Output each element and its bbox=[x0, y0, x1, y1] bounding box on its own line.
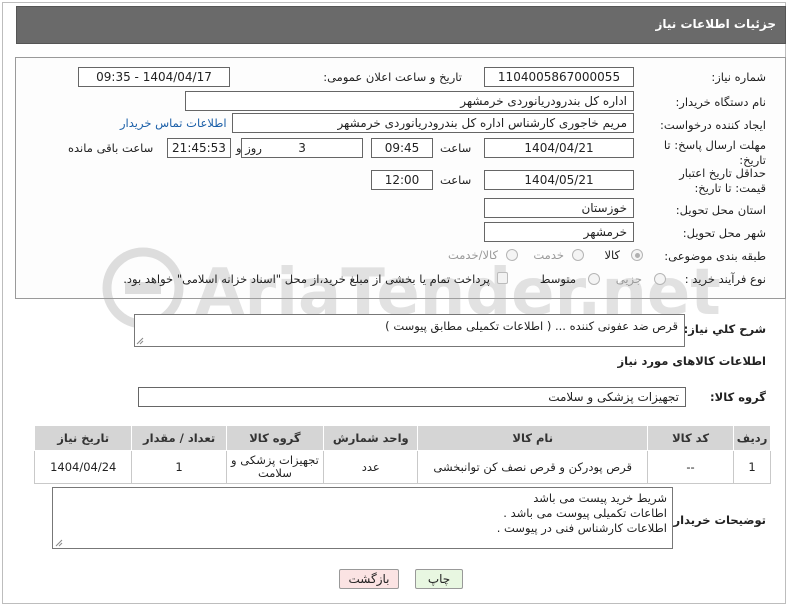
description-text: قرص ضد عفونی کننده ... ( اطلاعات تکمیلی … bbox=[385, 319, 678, 333]
cell-row: 1 bbox=[733, 450, 771, 484]
col-header-row: ردیف bbox=[733, 425, 771, 451]
category-option-goods-service: کالا/خدمت bbox=[447, 248, 498, 262]
category-radio-goods-service[interactable] bbox=[506, 249, 518, 261]
process-type-label: نوع فرآیند خرید : bbox=[684, 272, 766, 286]
category-radio-service[interactable] bbox=[572, 249, 584, 261]
goods-group-field: تجهیزات پزشکی و سلامت bbox=[138, 387, 686, 407]
cell-date: 1404/04/24 bbox=[33, 450, 133, 484]
remaining-time-field: 21:45:53 bbox=[167, 138, 231, 158]
buyer-note-line: شریط خرید پیست می باشد bbox=[533, 491, 667, 505]
need-number-label: شماره نیاز: bbox=[711, 70, 766, 84]
announce-datetime-label: تاریخ و ساعت اعلان عمومی: bbox=[323, 70, 462, 84]
col-header-qty: تعداد / مقدار bbox=[131, 425, 227, 451]
hours-remaining-label: ساعت باقی مانده bbox=[68, 141, 154, 155]
reply-date-field: 1404/04/21 bbox=[484, 138, 634, 158]
city-field: خرمشهر bbox=[484, 222, 634, 242]
back-button[interactable]: بازگشت bbox=[339, 569, 399, 589]
col-header-date: تاریخ نیاز bbox=[33, 425, 133, 451]
col-header-name: نام کالا bbox=[417, 425, 649, 451]
cell-name: قرص پودرکن و قرص نصف کن توانبخشی bbox=[417, 450, 649, 484]
resize-grip-icon[interactable] bbox=[136, 337, 144, 345]
buyer-org-field: اداره کل بندرودریانوردی خرمشهر bbox=[185, 91, 634, 111]
page-title: جزئیات اطلاعات نیاز bbox=[655, 17, 776, 31]
cell-code: -- bbox=[647, 450, 735, 484]
payment-note: پرداخت تمام یا بخشی از مبلغ خرید،از محل … bbox=[123, 272, 490, 286]
resize-grip-icon[interactable] bbox=[55, 539, 63, 547]
province-label: استان محل تحویل: bbox=[675, 203, 766, 217]
buyer-notes-label: توضیحات خریدار: bbox=[668, 513, 766, 527]
process-radio-medium[interactable] bbox=[588, 273, 600, 285]
category-radio-goods[interactable] bbox=[631, 249, 643, 261]
price-time-field: 12:00 bbox=[371, 170, 433, 190]
process-radio-minor[interactable] bbox=[654, 273, 666, 285]
province-field: خوزستان bbox=[484, 198, 634, 218]
category-label: طبقه بندی موضوعی: bbox=[664, 249, 766, 263]
payment-checkbox[interactable] bbox=[497, 272, 508, 284]
reply-hour-label: ساعت bbox=[440, 141, 472, 155]
buyer-note-line: اطلاعات کارشناس فنی در پیوست . bbox=[496, 521, 667, 535]
description-textarea[interactable]: قرص ضد عفونی کننده ... ( اطلاعات تکمیلی … bbox=[134, 314, 685, 347]
goods-table: ردیف کد کالا نام کالا واحد شمارش گروه کا… bbox=[33, 425, 771, 484]
requester-label: ایجاد کننده درخواست: bbox=[660, 118, 766, 132]
day-and-label: روز و bbox=[236, 141, 262, 155]
col-header-group: گروه کالا bbox=[225, 425, 325, 451]
reply-time-field: 09:45 bbox=[371, 138, 433, 158]
cell-unit: عدد bbox=[323, 450, 419, 484]
city-label: شهر محل تحویل: bbox=[682, 226, 766, 240]
col-header-unit: واحد شمارش bbox=[323, 425, 419, 451]
cell-qty: 1 bbox=[131, 450, 227, 484]
price-date-field: 1404/05/21 bbox=[484, 170, 634, 190]
requester-field: مریم خاجوری کارشناس اداره کل بندرودریانو… bbox=[232, 113, 634, 133]
col-header-code: کد کالا bbox=[647, 425, 735, 451]
goods-info-title: اطلاعات کالاهای مورد نیاز bbox=[617, 354, 766, 368]
reply-deadline-label: مهلت ارسال پاسخ: تا تاریخ: bbox=[663, 138, 766, 167]
goods-table-header: ردیف کد کالا نام کالا واحد شمارش گروه کا… bbox=[33, 425, 771, 451]
description-label: شرح کلي نياز: bbox=[683, 322, 766, 336]
buyer-notes-textarea[interactable]: شریط خرید پیست می باشد اطاعات تکمیلی پیو… bbox=[52, 487, 673, 549]
price-validity-label: حداقل تاریخ اعتبار قیمت: تا تاریخ: bbox=[679, 166, 766, 195]
buyer-contact-link[interactable]: اطلاعات تماس خریدار bbox=[120, 116, 227, 130]
print-button[interactable]: چاپ bbox=[415, 569, 463, 589]
cell-group: تجهیزات پزشکی و سلامت bbox=[225, 450, 325, 484]
need-number-field: 1104005867000055 bbox=[484, 67, 634, 87]
announce-datetime-field: 1404/04/17 - 09:35 bbox=[78, 67, 230, 87]
table-row: 1 -- قرص پودرکن و قرص نصف کن توانبخشی عد… bbox=[33, 450, 771, 484]
buyer-org-label: نام دستگاه خریدار: bbox=[675, 95, 766, 109]
category-option-service: خدمت bbox=[533, 248, 564, 262]
goods-group-label: گروه کالا: bbox=[710, 390, 766, 404]
process-option-medium: متوسط bbox=[539, 272, 576, 286]
category-option-goods: کالا bbox=[604, 248, 620, 262]
buyer-note-line: اطاعات تکمیلی پیوست می باشد . bbox=[503, 506, 667, 520]
price-hour-label: ساعت bbox=[440, 173, 472, 187]
process-option-minor: جزیی bbox=[615, 272, 642, 286]
